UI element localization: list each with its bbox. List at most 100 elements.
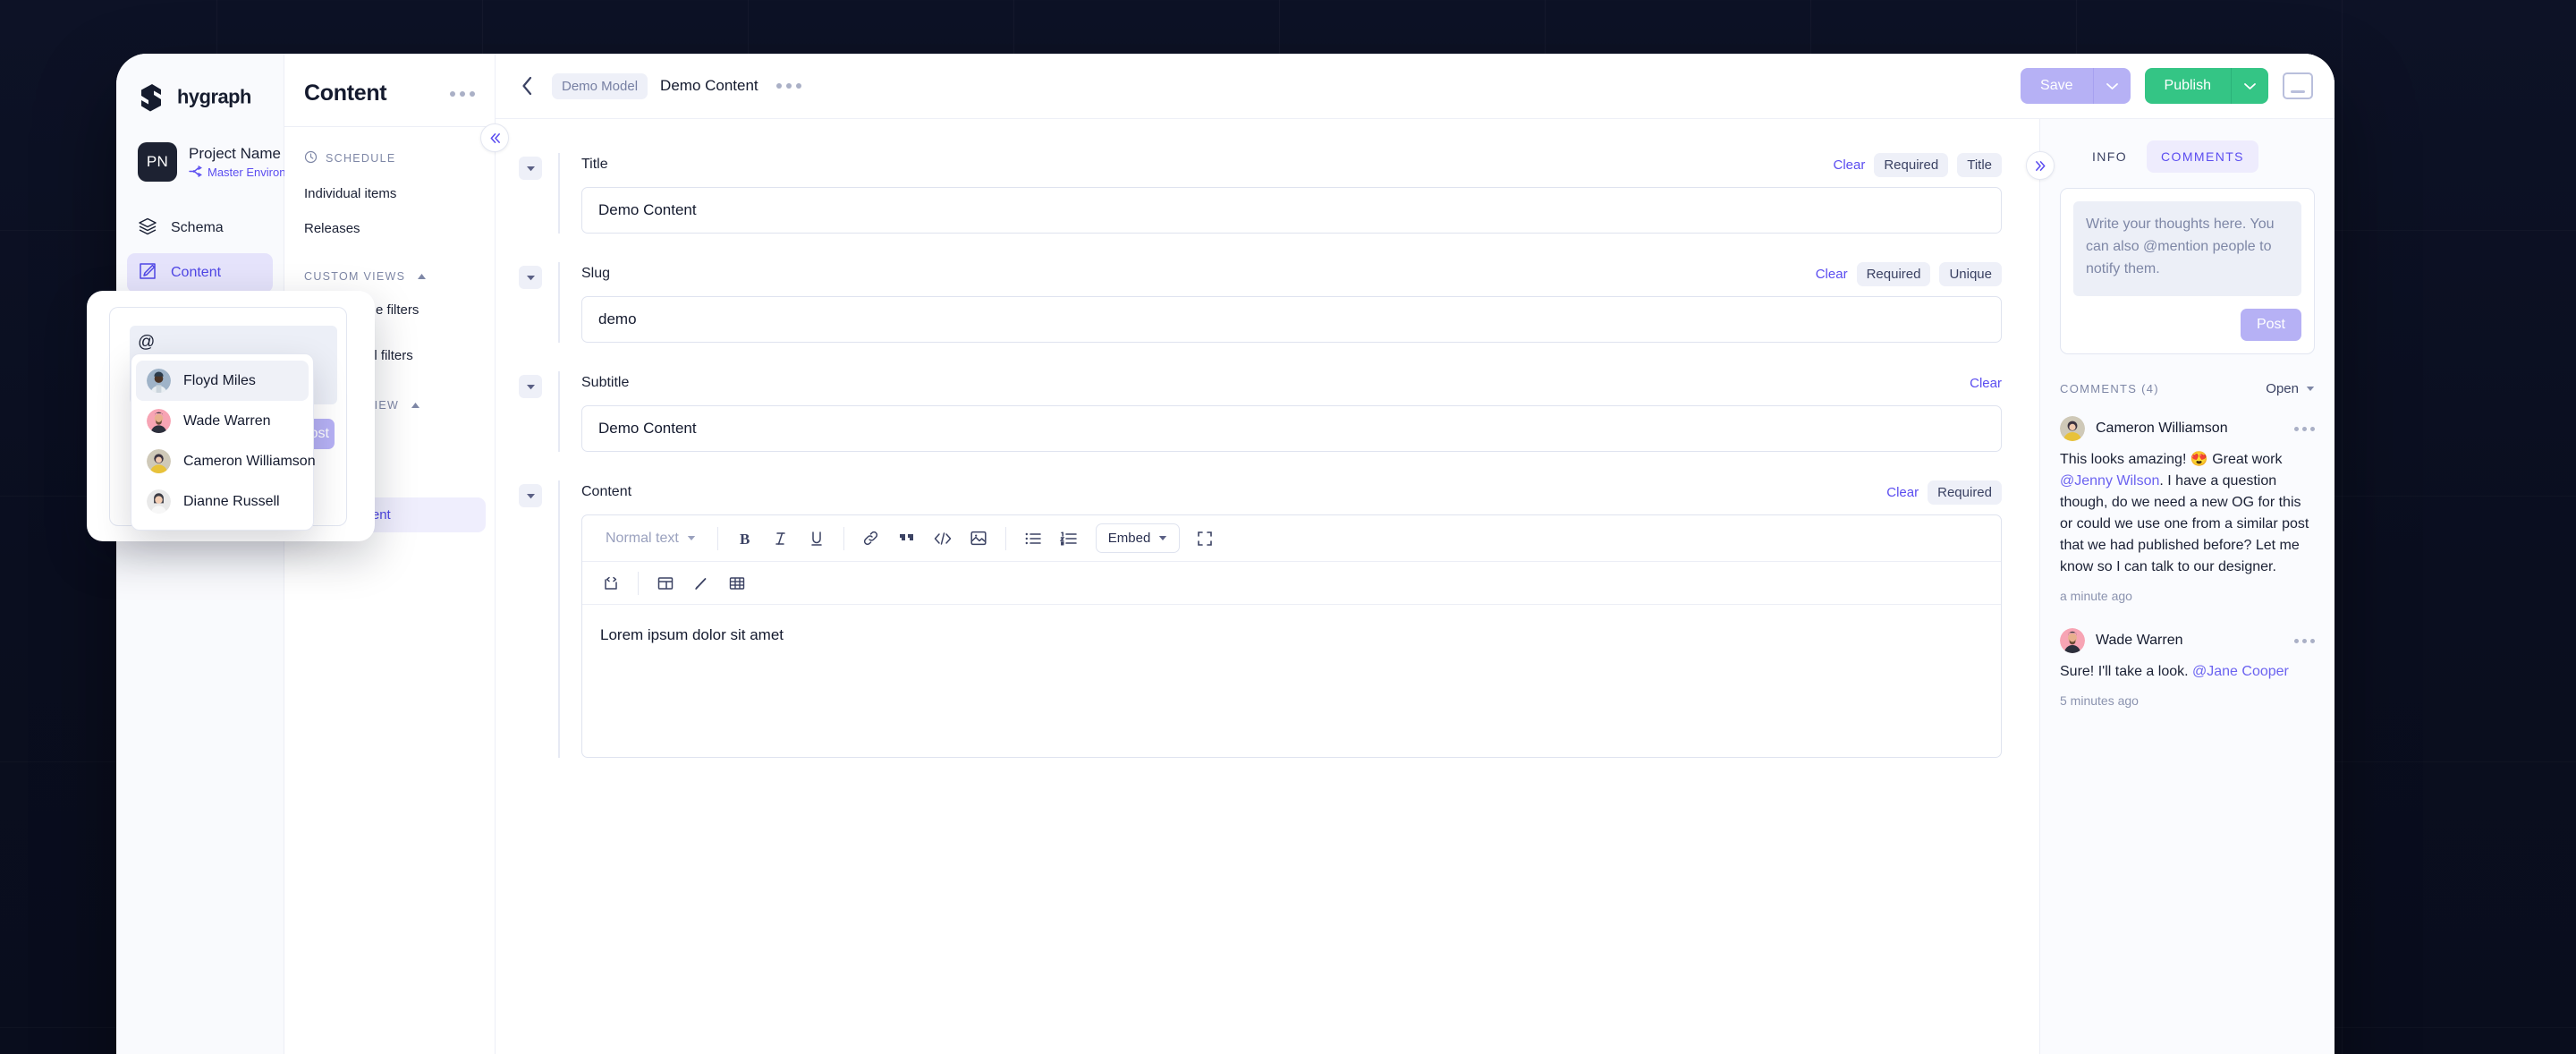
publish-button[interactable]: Publish [2145,68,2231,104]
chevron-left-icon[interactable] [519,74,552,98]
comment-input[interactable]: Write your thoughts here. You can also @… [2073,201,2301,296]
mention-suggestions-list: Floyd Miles Wade Warren [131,353,314,531]
divider [638,572,639,595]
text-style-select[interactable]: Normal text [593,531,708,547]
blockquote-icon[interactable] [889,522,925,556]
mention-link[interactable]: @Jane Cooper [2192,664,2289,679]
rich-text-body[interactable]: Lorem ipsum dolor sit amet [582,605,2001,757]
list-item-releases[interactable]: Releases [304,221,475,236]
panel-bottom-icon[interactable] [2283,72,2313,99]
custom-views-label: CUSTOM VIEWS [304,270,405,283]
comment-timestamp: a minute ago [2060,589,2315,603]
project-name: Project Name [189,145,284,163]
content-panel-overflow-icon[interactable] [450,91,475,97]
avatar [2060,416,2085,441]
sidebar-item-label: Content [171,265,221,281]
field-slug: Slug Clear Required Unique demo [519,262,2002,343]
entry-editor: Demo Model Demo Content Save Publish [496,54,2334,1054]
divider [717,527,718,550]
mention-popup-input-text: @ [131,329,155,353]
entry-toolbar: Demo Model Demo Content Save Publish [496,54,2334,119]
mention-option-label: Wade Warren [183,413,271,429]
numbered-list-icon[interactable] [1051,522,1087,556]
field-label: Content [581,484,631,500]
field-title: Title Clear Required Title Demo Content [519,153,2002,234]
toolbar-actions: Save Publish [2021,68,2313,104]
breadcrumb-model-chip[interactable]: Demo Model [552,73,648,99]
comment-text-mid: Great work [2208,452,2283,467]
subtitle-input[interactable]: Demo Content [581,405,2002,452]
sidebar-item-label: Schema [171,220,224,236]
mention-option-wade-warren[interactable]: Wade Warren [136,401,309,441]
embed-select[interactable]: Embed [1096,523,1181,553]
mention-link[interactable]: @Jenny Wilson [2060,473,2159,489]
field-collapse-caret[interactable] [519,375,542,398]
code-block-icon[interactable] [593,566,629,600]
publish-dropdown-caret[interactable] [2231,68,2268,104]
comment-text-before: This looks amazing! [2060,452,2190,467]
field-label: Slug [581,266,610,282]
code-icon[interactable] [925,522,961,556]
clear-field-button[interactable]: Clear [1816,267,1848,282]
bold-icon[interactable]: B [727,522,763,556]
slug-input[interactable]: demo [581,296,2002,343]
clear-field-button[interactable]: Clear [1970,376,2002,391]
avatar [2060,628,2085,653]
table-layout-icon[interactable] [648,566,683,600]
project-initials-avatar: PN [138,142,177,182]
fullscreen-icon[interactable] [1187,522,1223,556]
mention-option-cameron-williamson[interactable]: Cameron Williamson [136,441,309,481]
schedule-group: SCHEDULE Individual items Releases [284,127,495,236]
italic-icon[interactable] [763,522,799,556]
table-icon[interactable] [719,566,755,600]
entry-overflow-icon[interactable] [776,83,801,89]
field-collapse-caret[interactable] [519,484,542,507]
field-content: Content Clear Required Normal text [519,480,2002,758]
field-chip-title: Title [1957,153,2002,177]
comments-filter-value: Open [2266,381,2299,396]
underline-icon[interactable] [799,522,835,556]
rte-toolbar-row-1: Normal text B [582,515,2001,562]
comment-overflow-icon[interactable] [2294,639,2315,643]
tab-comments[interactable]: COMMENTS [2147,140,2258,173]
sidebar-item-schema[interactable]: Schema [127,208,273,248]
clear-field-button[interactable]: Clear [1886,485,1919,500]
comments-section-header: COMMENTS (4) Open [2060,381,2315,396]
title-input[interactable]: Demo Content [581,187,2002,234]
avatar [147,369,171,393]
collapse-list-panel-button[interactable] [480,123,509,152]
field-chip-unique: Unique [1939,262,2002,286]
branch-icon [189,166,202,180]
link-icon[interactable] [853,522,889,556]
rich-text-editor: Normal text B [581,514,2002,758]
post-comment-button[interactable]: Post [2241,309,2301,341]
list-item-individual-items[interactable]: Individual items [304,186,475,201]
clear-field-button[interactable]: Clear [1833,157,1865,173]
schedule-group-header: SCHEDULE [304,150,475,166]
comment-overflow-icon[interactable] [2294,427,2315,431]
hygraph-logo-icon [138,83,165,112]
sidebar-item-content[interactable]: Content [127,253,273,293]
brand-wordmark: hygraph [177,87,271,108]
rte-toolbar-row-2 [582,562,2001,605]
svg-text:hygraph: hygraph [177,87,251,108]
save-split-button: Save [2021,68,2130,104]
environment-row[interactable]: Master Environment [189,166,284,180]
comments-filter-select[interactable]: Open [2266,381,2315,396]
custom-views-header[interactable]: CUSTOM VIEWS [304,270,475,283]
save-button[interactable]: Save [2021,68,2092,104]
mention-option-floyd-miles[interactable]: Floyd Miles [136,361,309,401]
image-icon[interactable] [961,522,996,556]
edit-square-icon [138,261,157,285]
bullet-list-icon[interactable] [1015,522,1051,556]
pen-icon[interactable] [683,566,719,600]
collapse-info-panel-button[interactable] [2026,151,2055,180]
editor-body: Title Clear Required Title Demo Content [496,119,2334,1054]
field-collapse-caret[interactable] [519,266,542,289]
project-switcher[interactable]: PN Project Name Master Environment [116,112,284,182]
field-collapse-caret[interactable] [519,157,542,180]
mention-option-dianne-russell[interactable]: Dianne Russell [136,481,309,522]
tab-info[interactable]: INFO [2078,140,2141,173]
save-dropdown-caret[interactable] [2093,68,2131,104]
text-style-value: Normal text [606,531,679,547]
